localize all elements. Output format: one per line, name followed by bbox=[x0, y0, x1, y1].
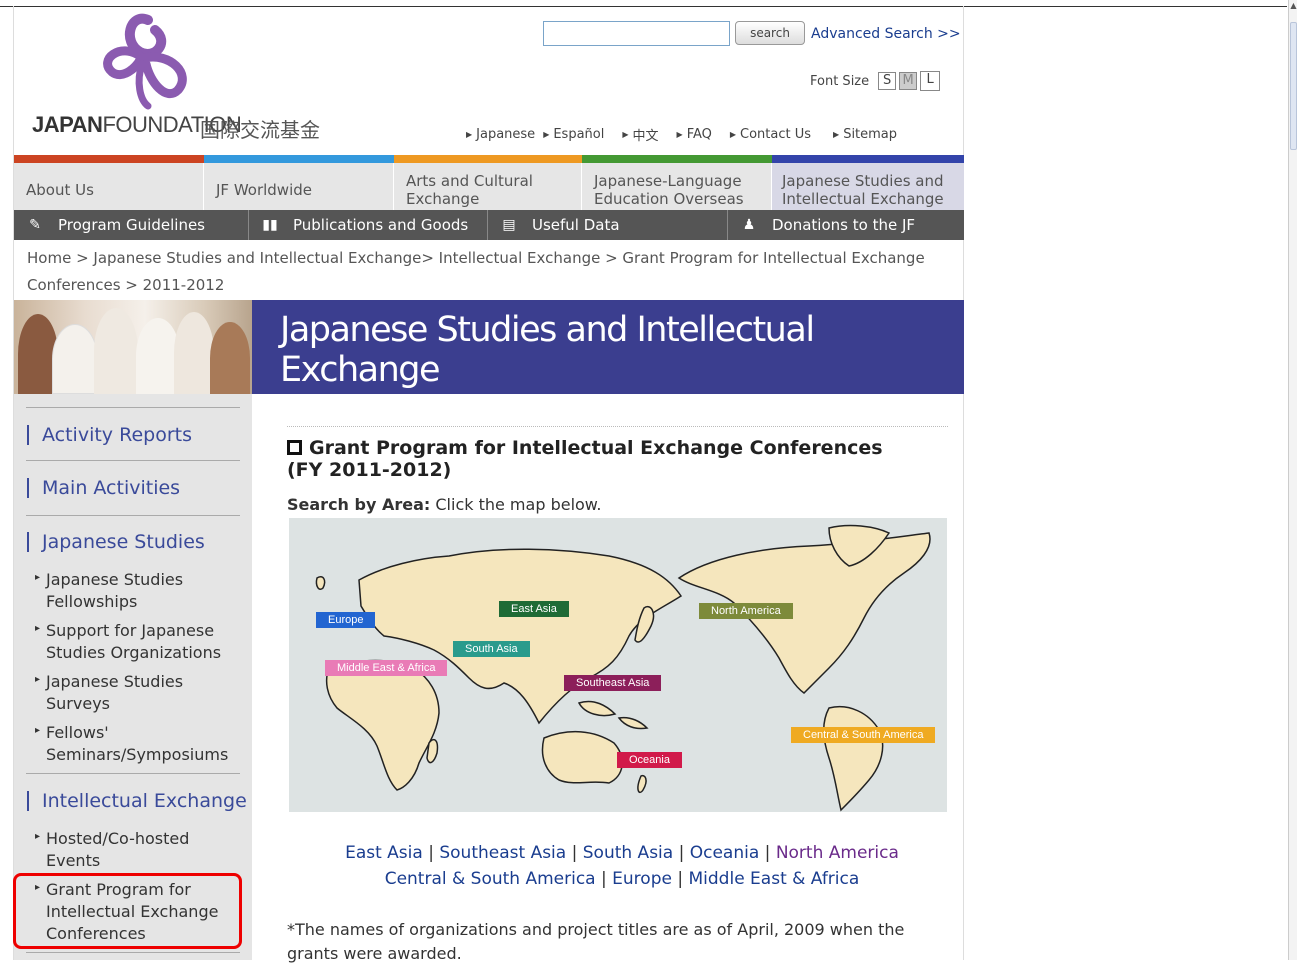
primary-nav: About Us JF Worldwide Arts and Cultural … bbox=[14, 163, 964, 210]
search-input[interactable] bbox=[543, 21, 730, 46]
sidebar-subitem-surveys[interactable]: Japanese Studies Surveys bbox=[35, 669, 206, 715]
language-links: ▶ Japanese ▶ Español ▶ 中文 ▶ FAQ ▶ Contact Us … bbox=[466, 125, 897, 144]
link-south-asia[interactable]: South Asia bbox=[583, 843, 673, 863]
scroll-up-icon[interactable]: ▲ bbox=[1289, 0, 1297, 12]
logo[interactable]: JAPANFOUNDATION 国際交流基金 bbox=[30, 12, 340, 147]
sidebar-item-activity-reports[interactable]: Activity Reports bbox=[27, 425, 192, 445]
students-photo bbox=[14, 300, 252, 394]
search-button[interactable]: search bbox=[735, 21, 805, 45]
link-europe[interactable]: Europe bbox=[612, 869, 672, 889]
nav-about-us[interactable]: About Us bbox=[14, 163, 204, 210]
square-bullet-icon bbox=[287, 440, 302, 455]
font-size-l-button[interactable]: L bbox=[920, 71, 941, 91]
color-bar-1 bbox=[14, 155, 204, 163]
donation-icon: ♟ bbox=[742, 217, 756, 233]
link-central-south-america[interactable]: Central & South America bbox=[385, 869, 596, 889]
secondary-nav: ✎ Program Guidelines ▮▮ Publications and G… bbox=[14, 210, 964, 240]
world-map[interactable]: Europe East Asia North America South Asi… bbox=[289, 518, 947, 812]
sidebar-subitem-fellows-seminars[interactable]: Fellows' Seminars/Symposiums bbox=[35, 720, 236, 766]
font-size-label: Font Size bbox=[810, 73, 870, 89]
sidebar-divider bbox=[26, 407, 240, 408]
card-icon: ▤ bbox=[502, 217, 516, 233]
font-size-control: Font Size S M L bbox=[810, 71, 941, 91]
link-north-america[interactable]: North America bbox=[776, 843, 899, 863]
link-chinese[interactable]: ▶ 中文 bbox=[622, 125, 658, 144]
arrow-right-icon: ▶ bbox=[676, 130, 683, 139]
arrow-right-icon: ▶ bbox=[543, 130, 550, 139]
butterfly-logo-icon bbox=[103, 13, 187, 110]
sidebar-subitem-hosted-events[interactable]: Hosted/Co-hosted Events bbox=[35, 826, 206, 872]
page-title: Grant Program for Intellectual Exchange … bbox=[287, 437, 883, 481]
link-faq[interactable]: ▶ FAQ bbox=[677, 125, 712, 144]
nav-arts-cultural[interactable]: Arts and Cultural Exchange bbox=[394, 163, 582, 210]
nav-japanese-studies[interactable]: Japanese Studies and Intellectual Exchan… bbox=[772, 163, 964, 210]
advanced-search-link[interactable]: Advanced Search >> bbox=[811, 26, 961, 42]
map-label-north-america[interactable]: North America bbox=[699, 603, 793, 619]
nav-jf-worldwide[interactable]: JF Worldwide bbox=[204, 163, 394, 210]
font-size-s-button[interactable]: S bbox=[878, 72, 897, 90]
scroll-thumb[interactable] bbox=[1290, 22, 1297, 150]
sidebar-divider bbox=[26, 773, 240, 774]
map-label-oceania[interactable]: Oceania bbox=[617, 752, 682, 768]
link-japanese[interactable]: ▶ Japanese bbox=[466, 125, 535, 144]
link-espanol[interactable]: ▶ Español bbox=[543, 125, 604, 144]
map-label-middle-east-africa[interactable]: Middle East & Africa bbox=[325, 660, 448, 676]
divider bbox=[287, 426, 948, 427]
banner-title: Japanese Studies and Intellectual Exchan… bbox=[252, 300, 964, 394]
nav-useful-data[interactable]: ▤ Useful Data bbox=[488, 210, 728, 240]
search-by-area-text: Search by Area: Click the map below. bbox=[287, 495, 602, 514]
link-middle-east-africa[interactable]: Middle East & Africa bbox=[689, 869, 860, 889]
link-oceania[interactable]: Oceania bbox=[690, 843, 760, 863]
map-label-east-asia[interactable]: East Asia bbox=[499, 601, 569, 617]
sidebar-divider bbox=[26, 515, 240, 516]
color-bar-5 bbox=[772, 155, 964, 163]
nav-program-guidelines[interactable]: ✎ Program Guidelines bbox=[14, 210, 249, 240]
sidebar-item-main-activities[interactable]: Main Activities bbox=[27, 478, 180, 498]
arrow-right-icon: ▶ bbox=[729, 130, 737, 139]
arrow-right-icon: ▶ bbox=[622, 130, 629, 139]
color-bar-4 bbox=[582, 155, 772, 163]
note-text: *The names of organizations and project … bbox=[287, 920, 905, 963]
link-east-asia[interactable]: East Asia bbox=[345, 843, 423, 863]
nav-publications[interactable]: ▮▮ Publications and Goods bbox=[249, 210, 488, 240]
sidebar-subitem-fellowships[interactable]: Japanese Studies Fellowships bbox=[35, 567, 206, 613]
logo-text-jp: 国際交流基金 bbox=[200, 118, 320, 142]
pen-icon: ✎ bbox=[29, 217, 41, 233]
nav-donations[interactable]: ♟ Donations to the JF bbox=[728, 210, 964, 240]
map-label-southeast-asia[interactable]: Southeast Asia bbox=[564, 675, 662, 691]
sidebar-divider bbox=[26, 952, 240, 953]
region-links: East Asia | Southeast Asia | South Asia … bbox=[345, 843, 899, 889]
breadcrumb[interactable]: Home > Japanese Studies and Intellectual… bbox=[27, 245, 927, 299]
highlight-annotation bbox=[13, 873, 242, 949]
link-sitemap[interactable]: ▶ Sitemap bbox=[833, 125, 897, 144]
right-border bbox=[963, 6, 964, 960]
map-label-europe[interactable]: Europe bbox=[316, 612, 376, 628]
map-label-central-south-america[interactable]: Central & South America bbox=[791, 727, 936, 743]
arrow-right-icon: ▶ bbox=[466, 130, 473, 139]
color-bar-3 bbox=[394, 155, 582, 163]
nav-japanese-language[interactable]: Japanese-Language Education Overseas bbox=[582, 163, 772, 210]
sidebar-item-japanese-studies[interactable]: Japanese Studies bbox=[27, 532, 205, 552]
book-icon: ▮▮ bbox=[262, 217, 278, 233]
sidebar-item-intellectual-exchange[interactable]: Intellectual Exchange bbox=[27, 791, 247, 811]
sidebar-divider bbox=[26, 460, 240, 461]
scrollbar[interactable]: ▲ bbox=[1288, 0, 1297, 960]
font-size-m-button[interactable]: M bbox=[899, 72, 918, 90]
link-contact-us[interactable]: ▶ Contact Us bbox=[730, 125, 811, 144]
top-border bbox=[0, 6, 1287, 7]
link-southeast-asia[interactable]: Southeast Asia bbox=[439, 843, 566, 863]
arrow-right-icon: ▶ bbox=[833, 130, 840, 139]
sidebar-subitem-support-organizations[interactable]: Support for Japanese Studies Organizatio… bbox=[35, 618, 236, 664]
color-bar-2 bbox=[204, 155, 394, 163]
map-label-south-asia[interactable]: South Asia bbox=[453, 641, 530, 657]
